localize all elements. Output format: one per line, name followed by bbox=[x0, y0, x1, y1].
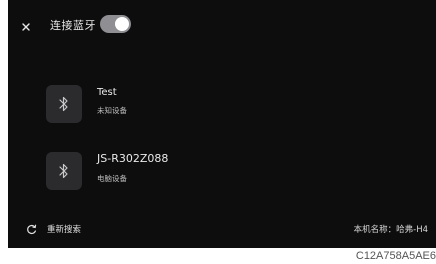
device-type: 未知设备 bbox=[97, 106, 127, 115]
page-title: 连接蓝牙 bbox=[50, 19, 96, 32]
local-device-name: 本机名称：哈弗-H4 bbox=[353, 225, 428, 235]
refresh-icon bbox=[26, 220, 37, 239]
device-name: Test bbox=[97, 87, 117, 98]
close-icon[interactable] bbox=[20, 18, 32, 31]
refresh-button[interactable]: 重新搜索 bbox=[26, 222, 81, 236]
device-name: JS-R302Z088 bbox=[97, 152, 169, 165]
header-bar: 连接蓝牙 bbox=[8, 0, 436, 48]
bluetooth-screen: 连接蓝牙 Test 未知设备 JS-R302Z088 电脑设备 重新搜索 本机名… bbox=[8, 0, 436, 248]
device-type: 电脑设备 bbox=[97, 174, 127, 183]
refresh-label: 重新搜索 bbox=[47, 225, 82, 235]
bluetooth-icon bbox=[46, 152, 82, 190]
image-caption: C12A758A5AE6 bbox=[355, 250, 436, 262]
toggle-knob bbox=[115, 17, 129, 31]
bluetooth-icon bbox=[46, 85, 82, 123]
bluetooth-toggle[interactable] bbox=[100, 15, 131, 33]
device-item-test[interactable]: Test 未知设备 bbox=[46, 85, 426, 127]
device-item-js-r302z088[interactable]: JS-R302Z088 电脑设备 bbox=[46, 152, 426, 194]
